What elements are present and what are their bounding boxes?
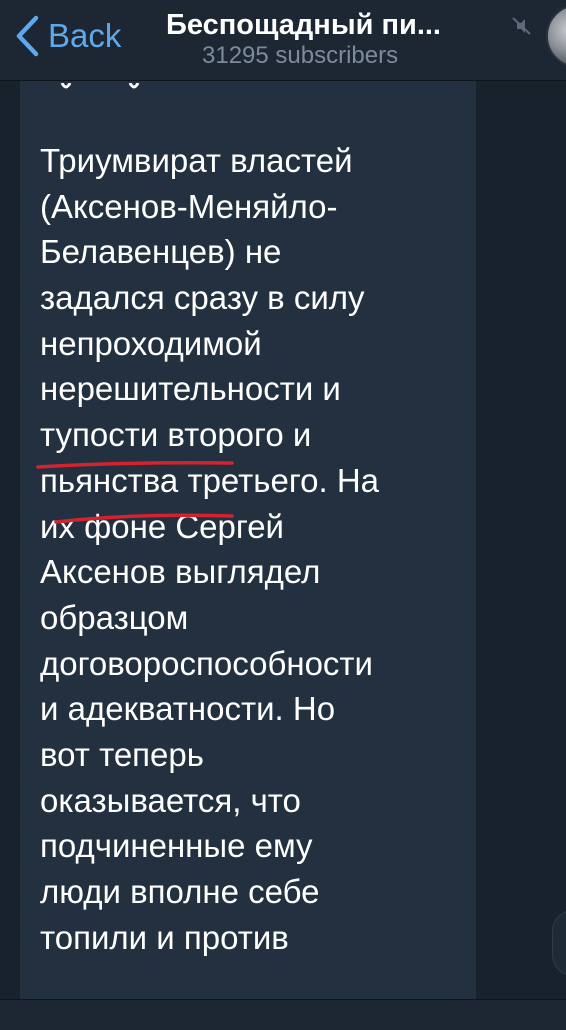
message-line: договороспособности bbox=[40, 644, 373, 682]
muted-bell-icon bbox=[510, 14, 534, 38]
message-line: и адекватности. Но bbox=[40, 690, 336, 728]
chat-title: Беспощадный пи... bbox=[166, 9, 441, 41]
clipped-text-fragment bbox=[40, 82, 240, 94]
message-line: непроходимой bbox=[40, 324, 262, 362]
input-bar[interactable] bbox=[0, 999, 566, 1030]
subscriber-count: 31295 subscribers bbox=[202, 42, 399, 69]
message-line: топили и против bbox=[40, 918, 289, 956]
message-line: люди вполне себе bbox=[40, 873, 320, 910]
message-line: вот теперь bbox=[40, 735, 204, 773]
message-line: их фоне Сергей bbox=[40, 507, 284, 545]
message-line: задался сразу в силу bbox=[40, 279, 365, 317]
chat-header: Back Беспощадный пи... 31295 subscribers bbox=[0, 0, 566, 81]
message-text: Триумвират властей (Аксенов-Меняйло- Бел… bbox=[40, 138, 480, 960]
back-button[interactable]: Back bbox=[14, 12, 121, 60]
message-line: нерешительности и bbox=[40, 370, 341, 408]
message-line: (Аксенов-Меняйло- bbox=[40, 187, 338, 225]
message-line: Триумвират властей bbox=[40, 142, 353, 179]
message-line: тупости второго и bbox=[40, 416, 312, 454]
message-line: Аксенов выглядел bbox=[40, 553, 321, 591]
chat-screen: Back Беспощадный пи... 31295 subscribers… bbox=[0, 0, 566, 1030]
chevron-left-icon bbox=[14, 14, 44, 58]
message-line: подчиненные ему bbox=[40, 827, 313, 865]
chat-title-block[interactable]: Беспощадный пи... 31295 subscribers bbox=[166, 8, 506, 70]
channel-avatar[interactable] bbox=[546, 4, 566, 68]
message-line: Белавенцев) не bbox=[40, 233, 282, 271]
message-line: пьянства третьего. На bbox=[40, 461, 380, 499]
back-label: Back bbox=[48, 17, 122, 54]
message-line: оказывается, что bbox=[40, 781, 301, 819]
message-line: образцом bbox=[40, 598, 189, 636]
